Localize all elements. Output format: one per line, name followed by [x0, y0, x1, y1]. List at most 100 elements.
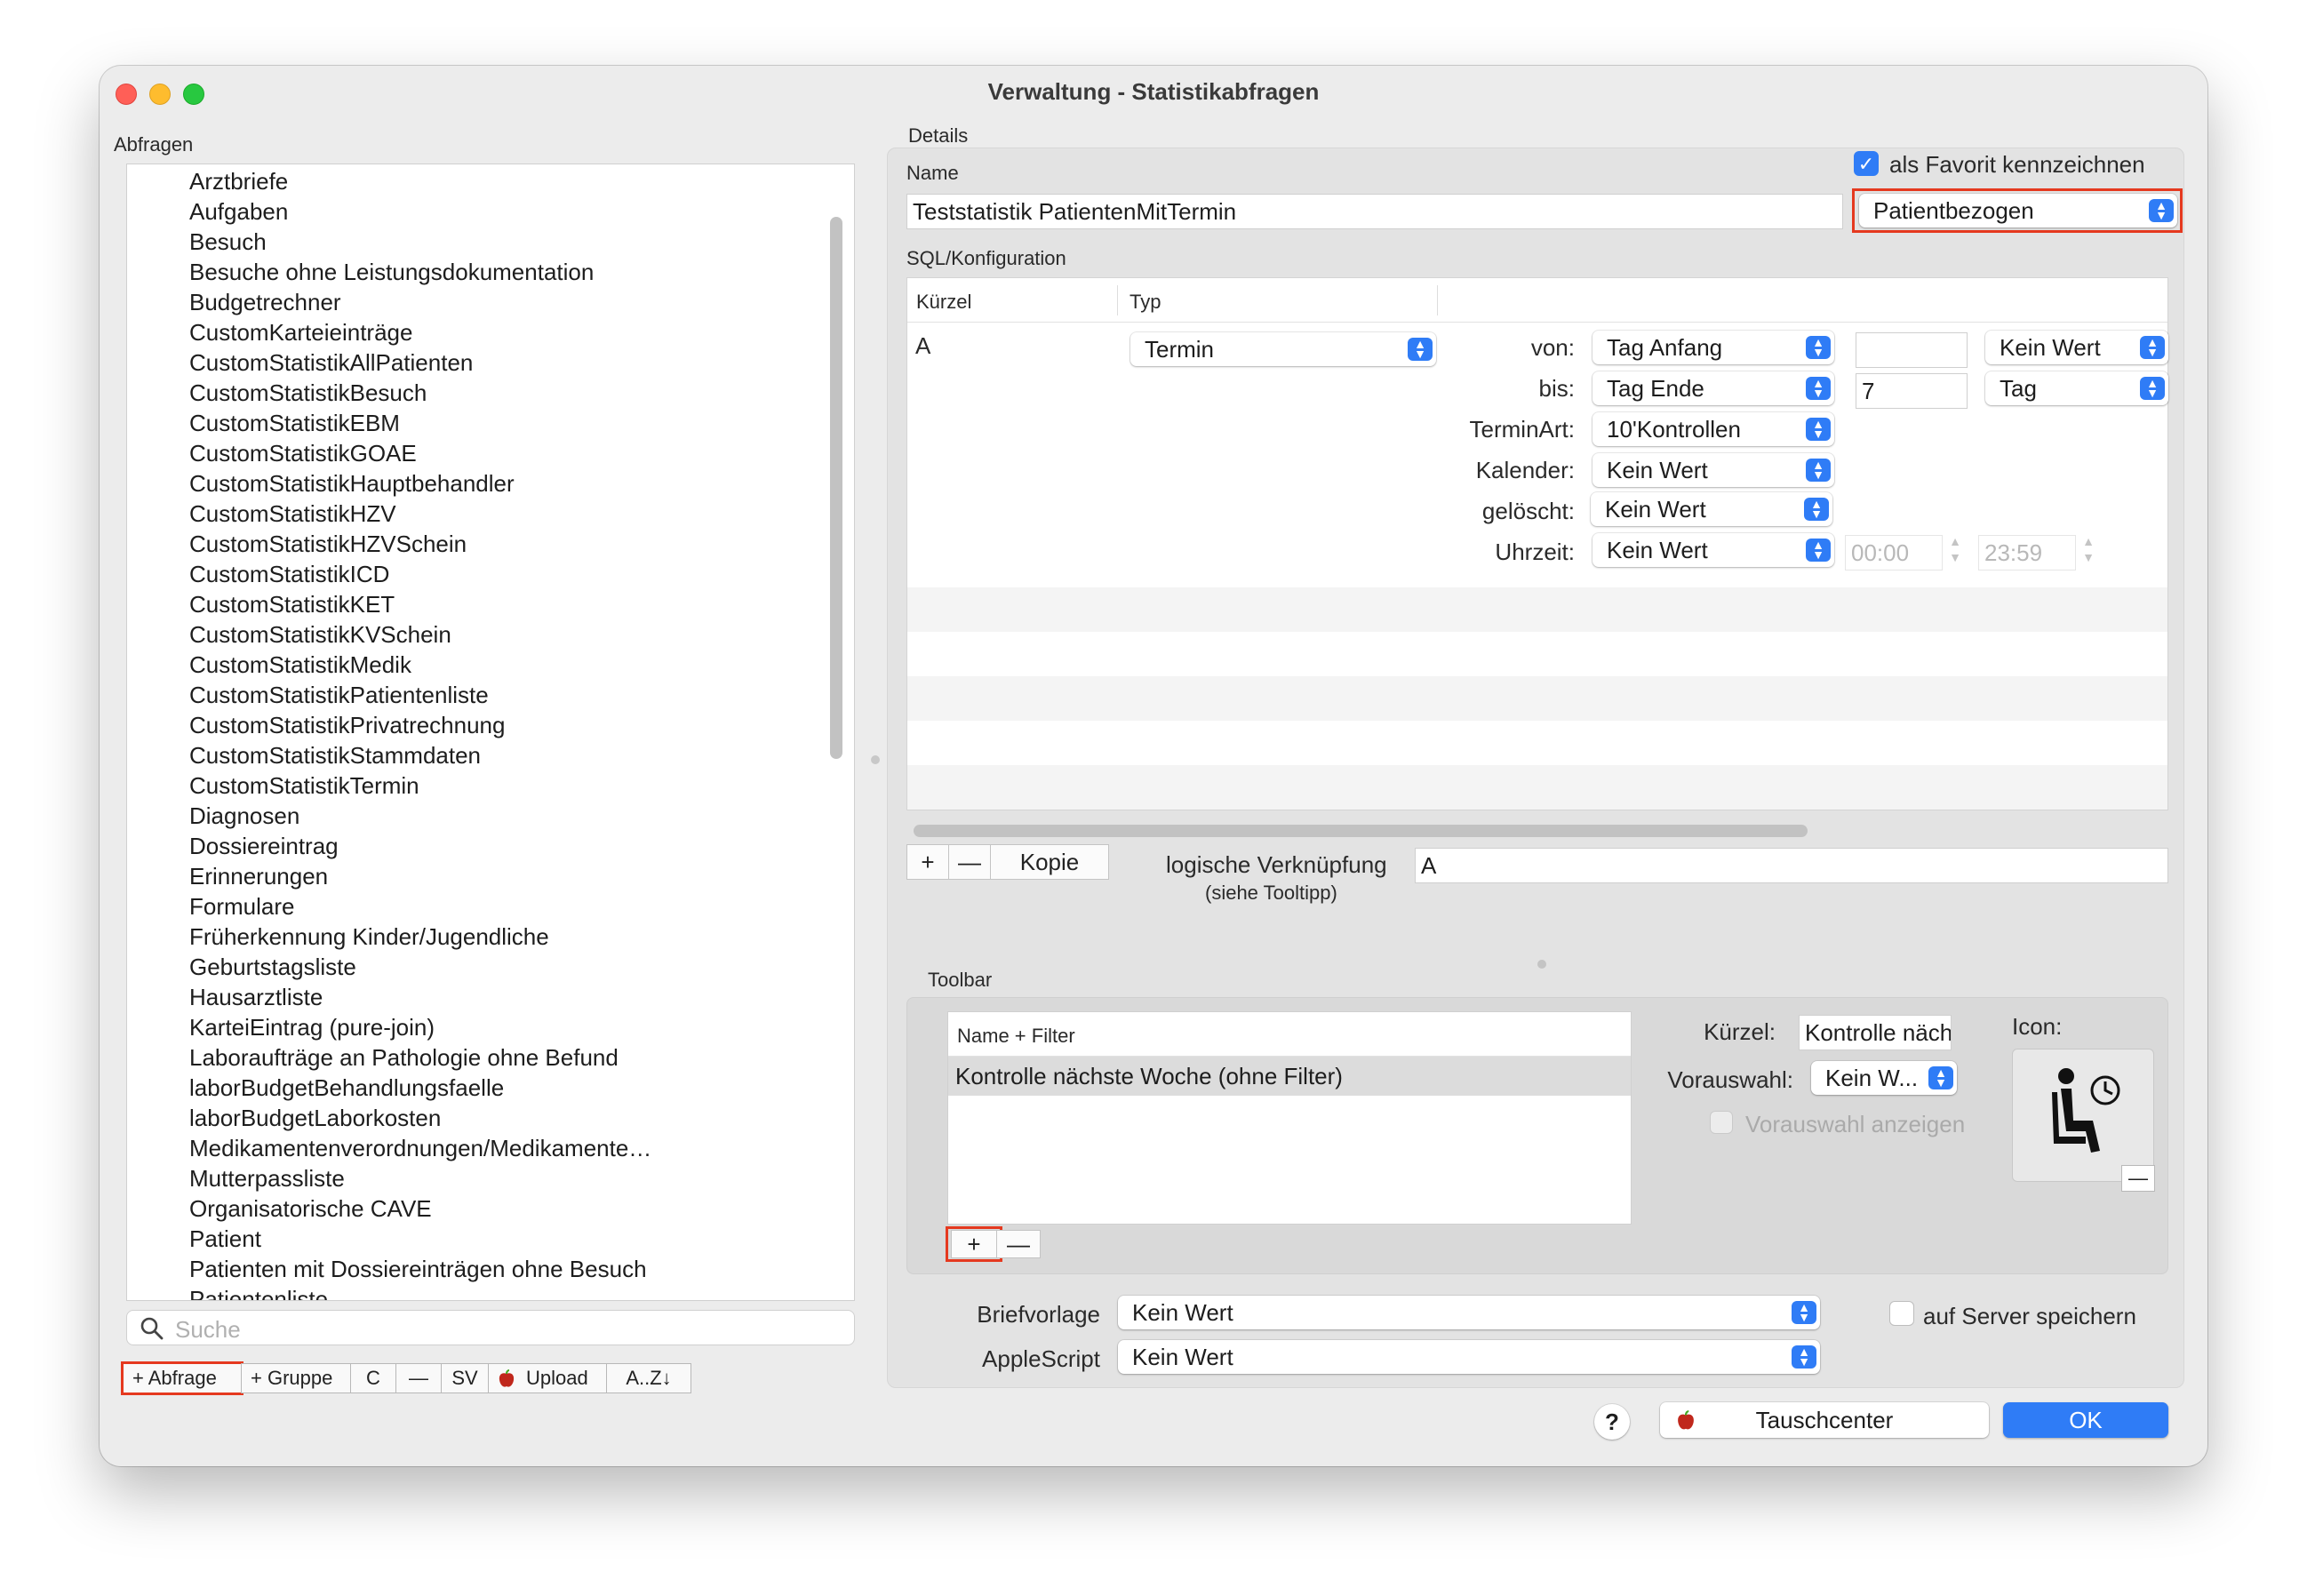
typ-select[interactable]: Termin ▲ ▼ [1130, 332, 1436, 366]
list-item[interactable]: Budgetrechner [127, 287, 854, 317]
split-handle[interactable] [871, 755, 880, 764]
waiting-patient-icon [2052, 1068, 2120, 1153]
von-select[interactable]: Tag Anfang ▲ ▼ [1593, 331, 1834, 364]
list-item[interactable]: Erinnerungen [127, 861, 854, 891]
list-item[interactable]: Dossiereintrag [127, 831, 854, 861]
uhrzeit-from-input[interactable]: 00:00 [1845, 535, 1943, 571]
vorauswahl-show-checkbox[interactable] [1710, 1111, 1733, 1134]
von-unit-select[interactable]: Kein Wert ▲ ▼ [1985, 331, 2168, 364]
list-item[interactable]: Patientenliste [127, 1284, 854, 1300]
updown-icon: ▲ ▼ [2140, 336, 2165, 359]
toolbar-list[interactable]: Name + Filter Kontrolle nächste Woche (o… [947, 1011, 1632, 1225]
vorauswahl-select[interactable]: Kein W... ▲ ▼ [1811, 1061, 1957, 1095]
logic-input[interactable]: A [1415, 848, 2168, 883]
list-item[interactable]: laborBudgetLaborkosten [127, 1103, 854, 1133]
list-item[interactable]: Mutterpassliste [127, 1163, 854, 1193]
remove-query-button[interactable]: — [395, 1363, 442, 1393]
remove-row-button[interactable]: — [948, 844, 991, 880]
list-item[interactable]: CustomStatistikTermin [127, 770, 854, 801]
favorite-checkbox[interactable]: ✓ [1854, 151, 1879, 176]
help-button[interactable]: ? [1594, 1404, 1630, 1440]
copy-row-button[interactable]: Kopie [990, 844, 1109, 880]
applescript-select[interactable]: Kein Wert ▲ ▼ [1118, 1340, 1820, 1374]
tauschcenter-button[interactable]: Tauschcenter [1660, 1402, 1989, 1438]
list-item[interactable]: CustomStatistikHZV [127, 499, 854, 529]
query-list-scrollbar[interactable] [830, 217, 842, 759]
uhrzeit-value: Kein Wert [1607, 537, 1708, 563]
list-item[interactable]: Patient [127, 1224, 854, 1254]
list-item[interactable]: Medikamentenverordnungen/Medikamente… [127, 1133, 854, 1163]
add-group-button[interactable]: + Gruppe [241, 1363, 351, 1393]
ok-button[interactable]: OK [2003, 1402, 2168, 1438]
uhrzeit-from-stepper[interactable]: ▲ ▼ [1944, 533, 1966, 571]
list-item[interactable]: CustomStatistikHZVSchein [127, 529, 854, 559]
uhrzeit-select[interactable]: Kein Wert ▲ ▼ [1593, 533, 1834, 567]
icon-remove-button[interactable]: — [2121, 1165, 2155, 1192]
icon-well[interactable]: — [2012, 1049, 2155, 1192]
toolbar-list-header: Name + Filter [948, 1012, 1631, 1057]
server-save-checkbox[interactable] [1889, 1301, 1914, 1326]
list-item[interactable]: Formulare [127, 891, 854, 922]
list-item[interactable]: Besuche ohne Leistungsdokumentation [127, 257, 854, 287]
von-value: Tag Anfang [1607, 334, 1723, 361]
scope-select[interactable]: Patientbezogen ▲ ▼ [1859, 194, 2177, 227]
toolbar-remove-button[interactable]: — [996, 1230, 1041, 1258]
list-item[interactable]: CustomStatistikStammdaten [127, 740, 854, 770]
briefvorlage-select[interactable]: Kein Wert ▲ ▼ [1118, 1296, 1820, 1329]
terminart-select[interactable]: 10'Kontrollen ▲ ▼ [1593, 412, 1834, 446]
geloescht-label: gelöscht: [1481, 498, 1575, 524]
list-item[interactable]: laborBudgetBehandlungsfaelle [127, 1073, 854, 1103]
von-number-input[interactable] [1856, 332, 1968, 368]
list-item[interactable]: CustomKarteieinträge [127, 317, 854, 347]
list-item[interactable]: Geburtstagsliste [127, 952, 854, 982]
list-item[interactable]: CustomStatistikHauptbehandler [127, 468, 854, 499]
list-item[interactable]: Besuch [127, 227, 854, 257]
list-item[interactable]: CustomStatistikEBM [127, 408, 854, 438]
list-item[interactable]: Laboraufträge an Pathologie ohne Befund [127, 1042, 854, 1073]
add-row-button[interactable]: + [906, 844, 949, 880]
list-item[interactable]: Diagnosen [127, 801, 854, 831]
query-button-bar: + Abfrage + Gruppe C — SV Upload A..Z↓ [121, 1361, 691, 1395]
search-input[interactable]: Suche [126, 1310, 855, 1345]
split-handle-horizontal[interactable] [1537, 960, 1546, 969]
col-header-kuerzel: Kürzel [916, 291, 972, 313]
add-query-button[interactable]: + Abfrage [121, 1361, 243, 1395]
updown-icon: ▲ ▼ [1806, 377, 1831, 400]
list-item[interactable]: Früherkennung Kinder/Jugendliche [127, 922, 854, 952]
uhrzeit-to-input[interactable]: 23:59 [1978, 535, 2076, 571]
copy-query-button[interactable]: C [350, 1363, 396, 1393]
toolbar-list-item[interactable]: Kontrolle nächste Woche (ohne Filter) [948, 1057, 1631, 1096]
uhrzeit-to-stepper[interactable]: ▲ ▼ [2078, 533, 2099, 571]
name-label: Name [906, 162, 959, 184]
list-item[interactable]: CustomStatistikAllPatienten [127, 347, 854, 378]
list-item[interactable]: CustomStatistikICD [127, 559, 854, 589]
query-name-input[interactable]: Teststatistik PatientenMitTermin [906, 194, 1843, 229]
list-item[interactable]: Aufgaben [127, 196, 854, 227]
bis-select[interactable]: Tag Ende ▲ ▼ [1593, 371, 1834, 405]
sv-button[interactable]: SV [441, 1363, 489, 1393]
list-item[interactable]: KarteiEintrag (pure-join) [127, 1012, 854, 1042]
geloescht-select[interactable]: Kein Wert ▲ ▼ [1591, 492, 1832, 526]
list-item[interactable]: CustomStatistikKVSchein [127, 619, 854, 650]
upload-button[interactable]: Upload [488, 1363, 607, 1393]
list-item[interactable]: Patienten mit Dossiereinträgen ohne Besu… [127, 1254, 854, 1284]
bis-unit-select[interactable]: Tag ▲ ▼ [1985, 371, 2168, 405]
bis-number-input[interactable]: 7 [1856, 373, 1968, 409]
table-horizontal-scrollbar[interactable] [914, 825, 1808, 837]
sort-button[interactable]: A..Z↓ [606, 1363, 691, 1393]
list-item[interactable]: CustomStatistikPatientenliste [127, 680, 854, 710]
list-item[interactable]: Organisatorische CAVE [127, 1193, 854, 1224]
list-item[interactable]: CustomStatistikBesuch [127, 378, 854, 408]
kuerzel-input[interactable]: Kontrolle näch [1799, 1015, 1952, 1050]
logic-hint: (siehe Tooltipp) [1205, 882, 1337, 904]
list-item[interactable]: CustomStatistikMedik [127, 650, 854, 680]
list-item[interactable]: CustomStatistikGOAE [127, 438, 854, 468]
list-item[interactable]: CustomStatistikKET [127, 589, 854, 619]
kalender-select[interactable]: Kein Wert ▲ ▼ [1593, 453, 1834, 487]
list-item[interactable]: Hausarztliste [127, 982, 854, 1012]
query-list[interactable]: Arztbriefe Aufgaben Besuch Besuche ohne Lei… [126, 164, 855, 1301]
toolbar-add-button[interactable]: + [951, 1230, 997, 1258]
kalender-label: Kalender: [1475, 457, 1575, 483]
list-item[interactable]: Arztbriefe [127, 166, 854, 196]
list-item[interactable]: CustomStatistikPrivatrechnung [127, 710, 854, 740]
